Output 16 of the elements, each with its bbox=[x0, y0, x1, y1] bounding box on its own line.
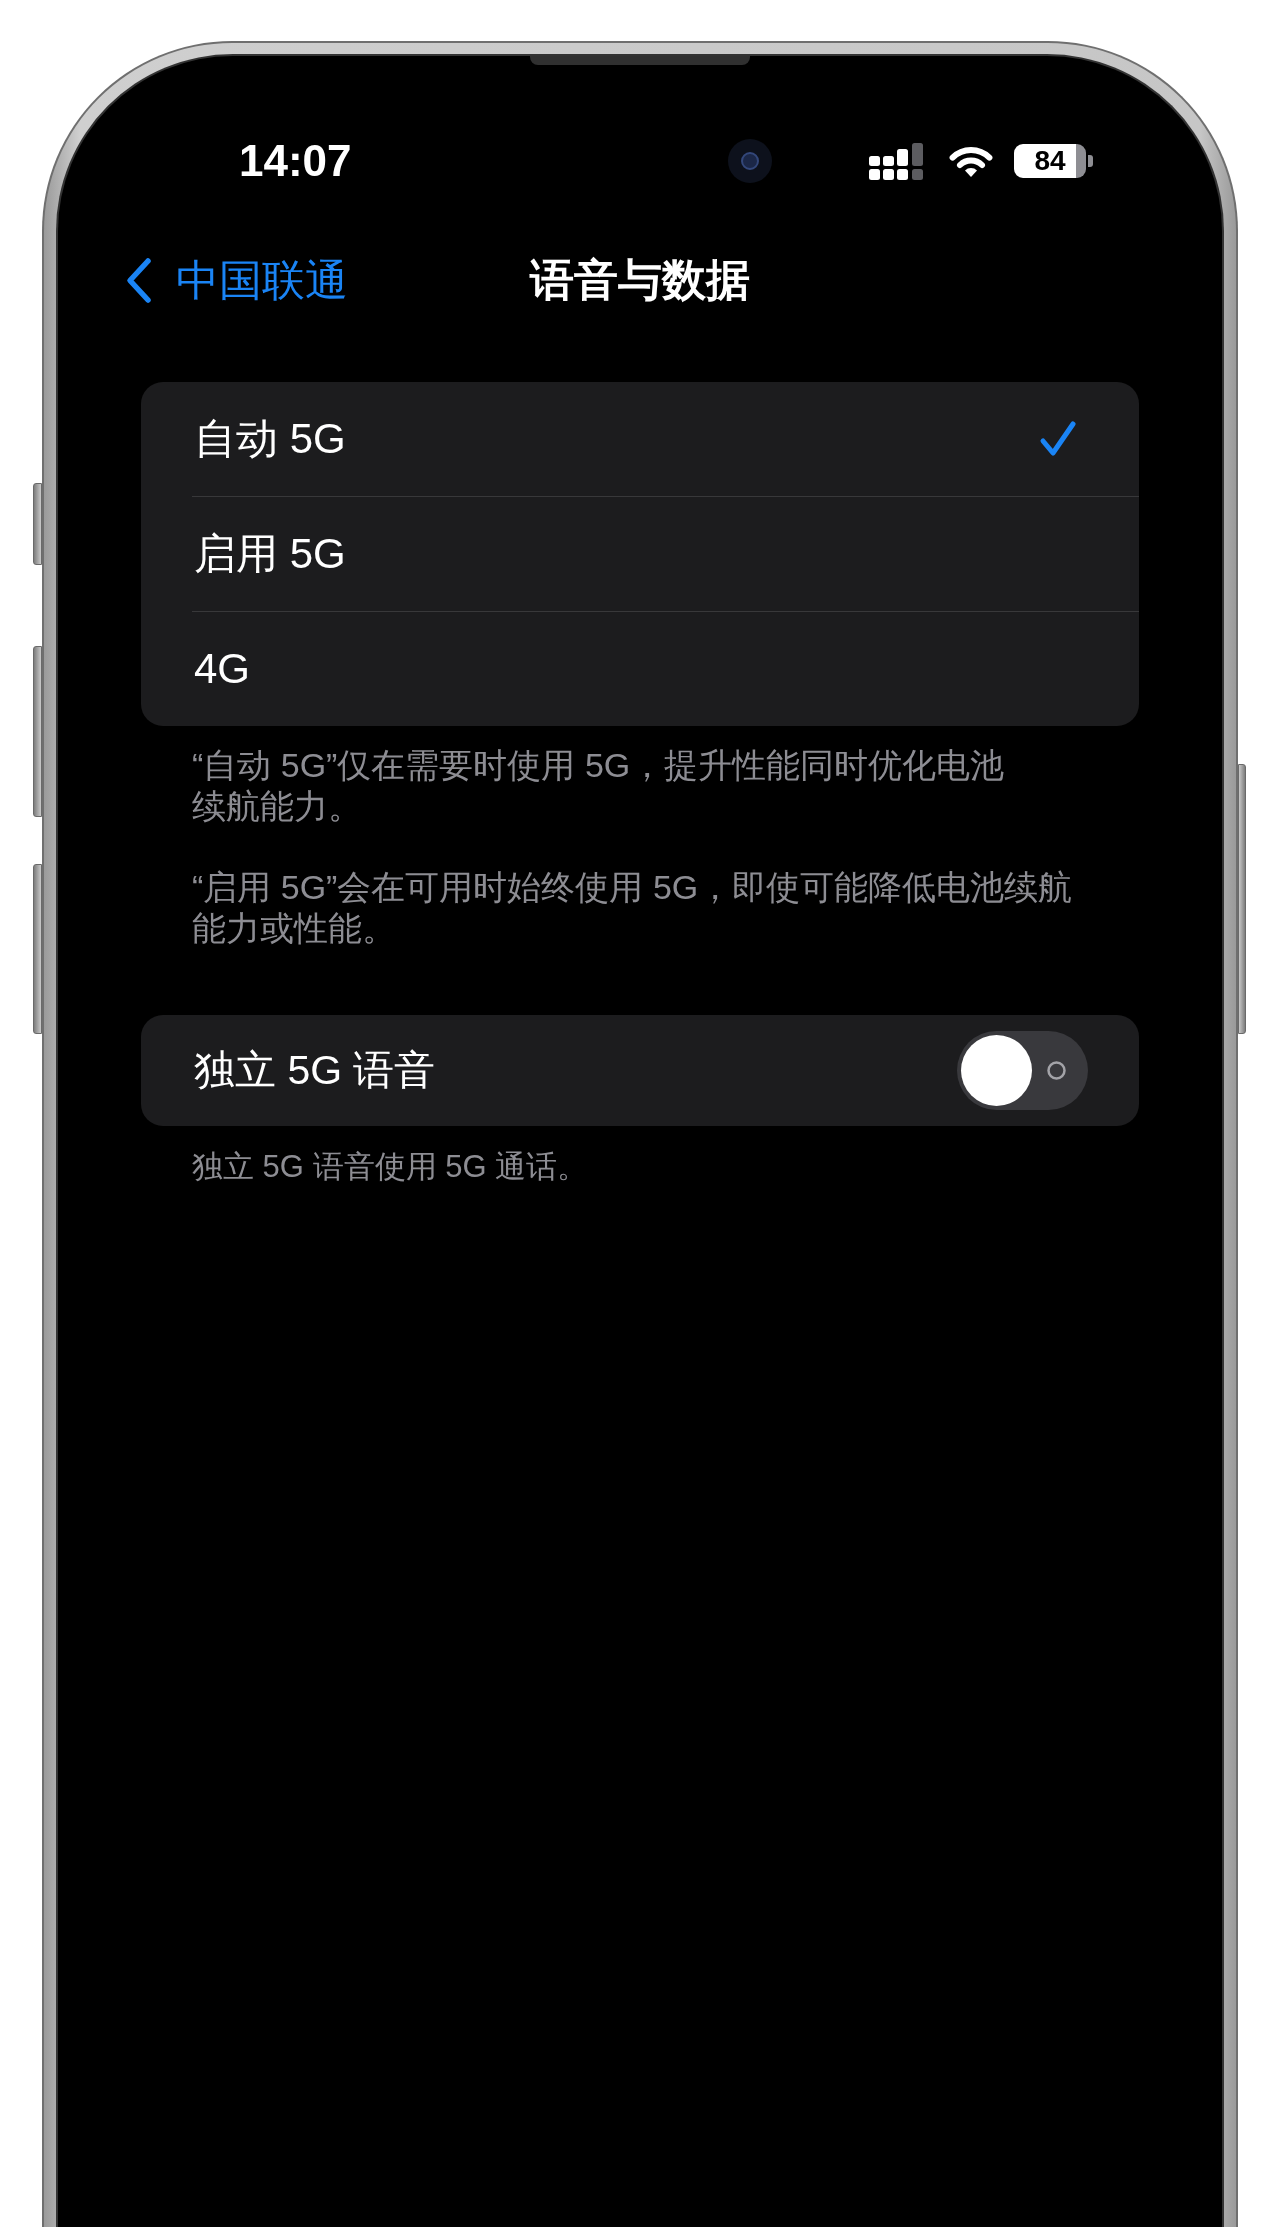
camera-lens-icon bbox=[728, 139, 772, 183]
setting-label: 独立 5G 语音 bbox=[194, 1050, 436, 1091]
back-button[interactable]: 中国联通 bbox=[125, 256, 348, 304]
page-title: 语音与数据 bbox=[530, 258, 750, 302]
footnote-text: 独立 5G 语音使用 5G 通话。 bbox=[192, 1148, 589, 1186]
wifi-icon bbox=[948, 144, 994, 178]
footnote-text: “启用 5G”会在可用时始终使用 5G，即使可能降低电池续航 能力或性能。 bbox=[192, 867, 1073, 949]
status-time: 14:07 bbox=[239, 139, 353, 183]
network-option[interactable]: 自动 5G bbox=[141, 382, 1139, 496]
chevron-left-icon bbox=[125, 256, 152, 304]
signal-bars-icon bbox=[869, 142, 923, 180]
footnote-text: “自动 5G”仅在需要时使用 5G，提升性能同时优化电池 续航能力。 bbox=[192, 745, 1005, 827]
battery-indicator: 84 bbox=[1014, 144, 1093, 178]
off-indicator-icon bbox=[1047, 1061, 1066, 1080]
network-option[interactable]: 启用 5G bbox=[141, 497, 1139, 611]
network-option[interactable]: 4G bbox=[141, 612, 1139, 726]
